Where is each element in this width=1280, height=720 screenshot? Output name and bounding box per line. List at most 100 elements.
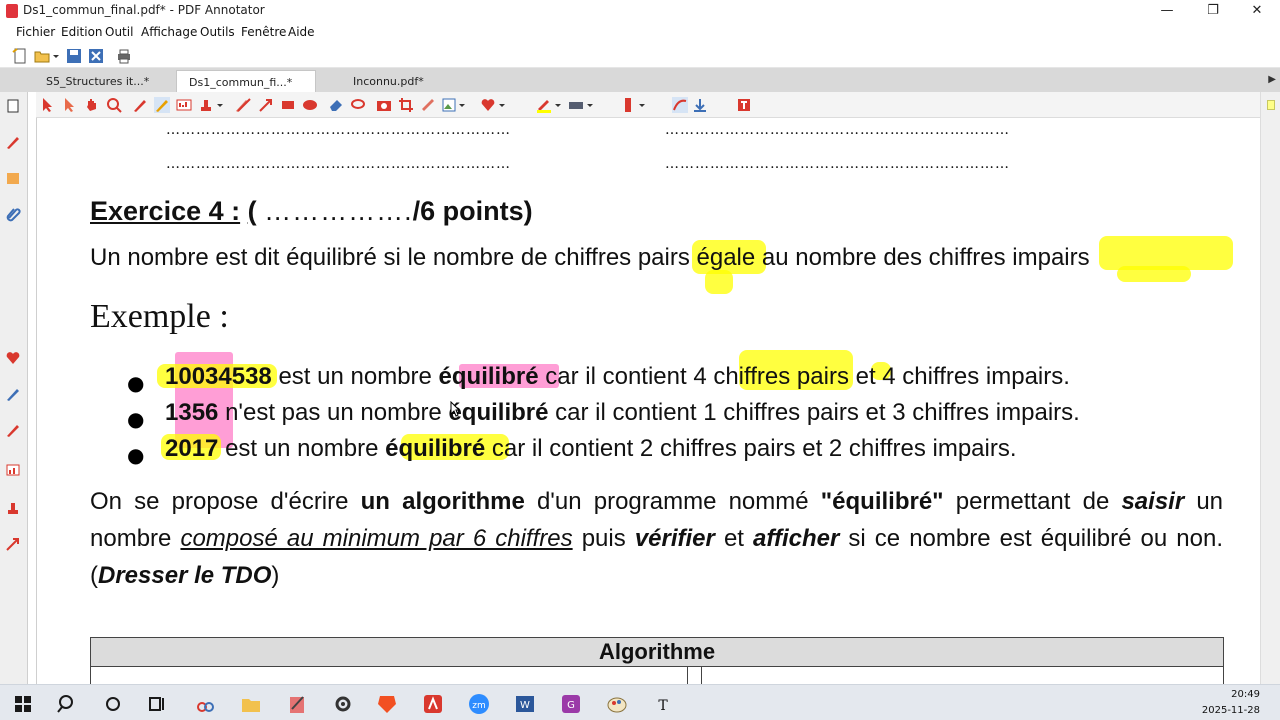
fill-color-icon[interactable] bbox=[620, 97, 636, 113]
notes-icon[interactable] bbox=[5, 170, 21, 186]
ellipse-tool-icon[interactable] bbox=[302, 97, 318, 113]
select-arrow-icon[interactable] bbox=[40, 97, 56, 113]
bullet-3-pre: est un nombre bbox=[225, 435, 379, 462]
bullet-3-marker: ● bbox=[127, 443, 145, 467]
arrow-line-icon[interactable] bbox=[258, 97, 274, 113]
snipping-tool-icon[interactable] bbox=[194, 693, 216, 715]
camera-snapshot-icon[interactable] bbox=[376, 97, 392, 113]
clock-time: 20:49 bbox=[1231, 689, 1260, 700]
zoom-app-icon[interactable]: zm bbox=[468, 693, 490, 715]
highlighter-tool-icon[interactable] bbox=[154, 97, 170, 113]
task-view-icon[interactable] bbox=[146, 693, 168, 715]
close-button[interactable]: ✕ bbox=[1234, 0, 1280, 22]
system-clock[interactable]: 20:49 2025-11-28 bbox=[1202, 687, 1260, 719]
brave-browser-icon[interactable] bbox=[376, 693, 398, 715]
marker-icon[interactable] bbox=[5, 422, 21, 438]
stamp-tool-icon[interactable] bbox=[198, 97, 214, 113]
tab-ds1-commun[interactable]: Ds1_commun_fi...* bbox=[176, 70, 316, 92]
stamp-dropdown-icon[interactable] bbox=[216, 97, 224, 113]
pen-tool-icon[interactable] bbox=[5, 134, 21, 150]
crop-icon[interactable] bbox=[398, 97, 414, 113]
color-dropdown-icon[interactable] bbox=[554, 97, 562, 113]
pan-hand-icon[interactable] bbox=[84, 97, 100, 113]
line-tool-icon[interactable] bbox=[236, 97, 252, 113]
text-box-icon[interactable] bbox=[176, 97, 192, 113]
ruler-icon[interactable] bbox=[420, 97, 436, 113]
annotation-toolbar bbox=[36, 92, 1260, 118]
windows-taskbar: zm W G T 20:49 2025-11-28 bbox=[0, 684, 1280, 720]
snap-down-icon[interactable] bbox=[692, 97, 708, 113]
menu-outil[interactable]: Outil bbox=[105, 25, 133, 39]
highlight-color-icon[interactable] bbox=[536, 97, 552, 113]
arrow-tool-icon[interactable] bbox=[5, 536, 21, 552]
bullet-1: 10034538 est un nombre équilibré car il … bbox=[165, 363, 1070, 391]
bullet-2-pre: n'est pas un nombre bbox=[225, 399, 442, 426]
bullet-1-marker: ● bbox=[127, 371, 145, 395]
text-tool-icon[interactable] bbox=[736, 97, 752, 113]
print-icon[interactable] bbox=[116, 48, 132, 64]
maximize-button[interactable]: ❐ bbox=[1190, 0, 1236, 22]
new-document-icon[interactable] bbox=[12, 48, 28, 64]
width-dropdown-icon[interactable] bbox=[586, 97, 594, 113]
exercise-label: Exercice 4 : bbox=[90, 196, 241, 226]
favorites-heart-icon[interactable] bbox=[5, 350, 21, 366]
eraser-tool-icon[interactable] bbox=[328, 97, 344, 113]
pdf-annotator-taskbar-icon[interactable] bbox=[422, 693, 444, 715]
typing-app-icon[interactable]: T bbox=[652, 693, 674, 715]
settings-gear-icon[interactable] bbox=[332, 693, 354, 715]
attachment-icon[interactable] bbox=[5, 206, 21, 222]
page-thumbnail-icon[interactable] bbox=[5, 98, 21, 114]
line-width-icon[interactable] bbox=[568, 97, 584, 113]
menu-fichier[interactable]: Fichier bbox=[16, 25, 55, 39]
file-explorer-icon[interactable] bbox=[240, 693, 262, 715]
insert-image-icon[interactable] bbox=[442, 97, 458, 113]
bullet-3-word: équilibré bbox=[385, 435, 486, 462]
stmt-i3: afficher bbox=[753, 525, 840, 552]
highlighter-icon[interactable] bbox=[5, 386, 21, 402]
highlight-pairs-tail bbox=[705, 270, 733, 294]
mouse-cursor-icon bbox=[450, 401, 460, 417]
window-title: Ds1_commun_final.pdf* - PDF Annotator bbox=[23, 3, 265, 17]
geogebra-icon[interactable]: G bbox=[560, 693, 582, 715]
word-icon[interactable]: W bbox=[514, 693, 536, 715]
menu-affichage[interactable]: Affichage bbox=[141, 25, 197, 39]
stmt-p6: et bbox=[723, 525, 744, 552]
tab-scroll-right-icon[interactable]: ▶ bbox=[1268, 74, 1276, 85]
text-select-icon[interactable] bbox=[62, 97, 78, 113]
save-all-icon[interactable] bbox=[88, 48, 104, 64]
menu-edition[interactable]: Edition bbox=[61, 25, 103, 39]
search-icon[interactable] bbox=[56, 693, 78, 715]
tab-s5-structures[interactable]: S5_Structures it...* bbox=[36, 70, 176, 92]
open-dropdown-icon[interactable] bbox=[52, 48, 60, 64]
example-heading: Exemple : bbox=[90, 298, 229, 335]
paint-icon[interactable] bbox=[606, 693, 628, 715]
notepad-pen-icon[interactable] bbox=[286, 693, 308, 715]
open-folder-icon[interactable] bbox=[34, 48, 50, 64]
save-icon[interactable] bbox=[66, 48, 82, 64]
tab-inconnu[interactable]: Inconnu.pdf* bbox=[340, 70, 480, 92]
pen-icon[interactable] bbox=[132, 97, 148, 113]
vertical-scrollbar[interactable] bbox=[1260, 92, 1280, 684]
svg-text:T: T bbox=[658, 698, 668, 714]
chart-stamp-icon[interactable] bbox=[5, 462, 21, 478]
menu-aide[interactable]: Aide bbox=[288, 25, 315, 39]
menu-fenetre[interactable]: Fenêtre bbox=[241, 25, 286, 39]
menu-outils[interactable]: Outils bbox=[200, 25, 235, 39]
bullet-1-word: équilibré bbox=[438, 363, 539, 390]
minimize-button[interactable]: — bbox=[1144, 0, 1190, 22]
bullet-3-post: car il contient 2 chiffres pairs et 2 ch… bbox=[491, 435, 1017, 462]
favorite-dropdown-icon[interactable] bbox=[498, 97, 506, 113]
favorite-heart-icon[interactable] bbox=[480, 97, 496, 113]
cortana-icon[interactable] bbox=[102, 693, 124, 715]
pdf-page[interactable]: …………………………………………………………… …………………………………………… bbox=[36, 118, 1260, 684]
stamp-icon[interactable] bbox=[5, 500, 21, 516]
rectangle-tool-icon[interactable] bbox=[280, 97, 296, 113]
fill-dropdown-icon[interactable] bbox=[638, 97, 646, 113]
zoom-icon[interactable] bbox=[106, 97, 122, 113]
lasso-icon[interactable] bbox=[350, 97, 366, 113]
image-dropdown-icon[interactable] bbox=[458, 97, 466, 113]
bullet-2-number: 1356 bbox=[165, 399, 219, 426]
smooth-stroke-icon[interactable] bbox=[672, 97, 688, 113]
windows-start-icon[interactable] bbox=[12, 693, 34, 715]
stmt-p8: ) bbox=[271, 562, 280, 589]
